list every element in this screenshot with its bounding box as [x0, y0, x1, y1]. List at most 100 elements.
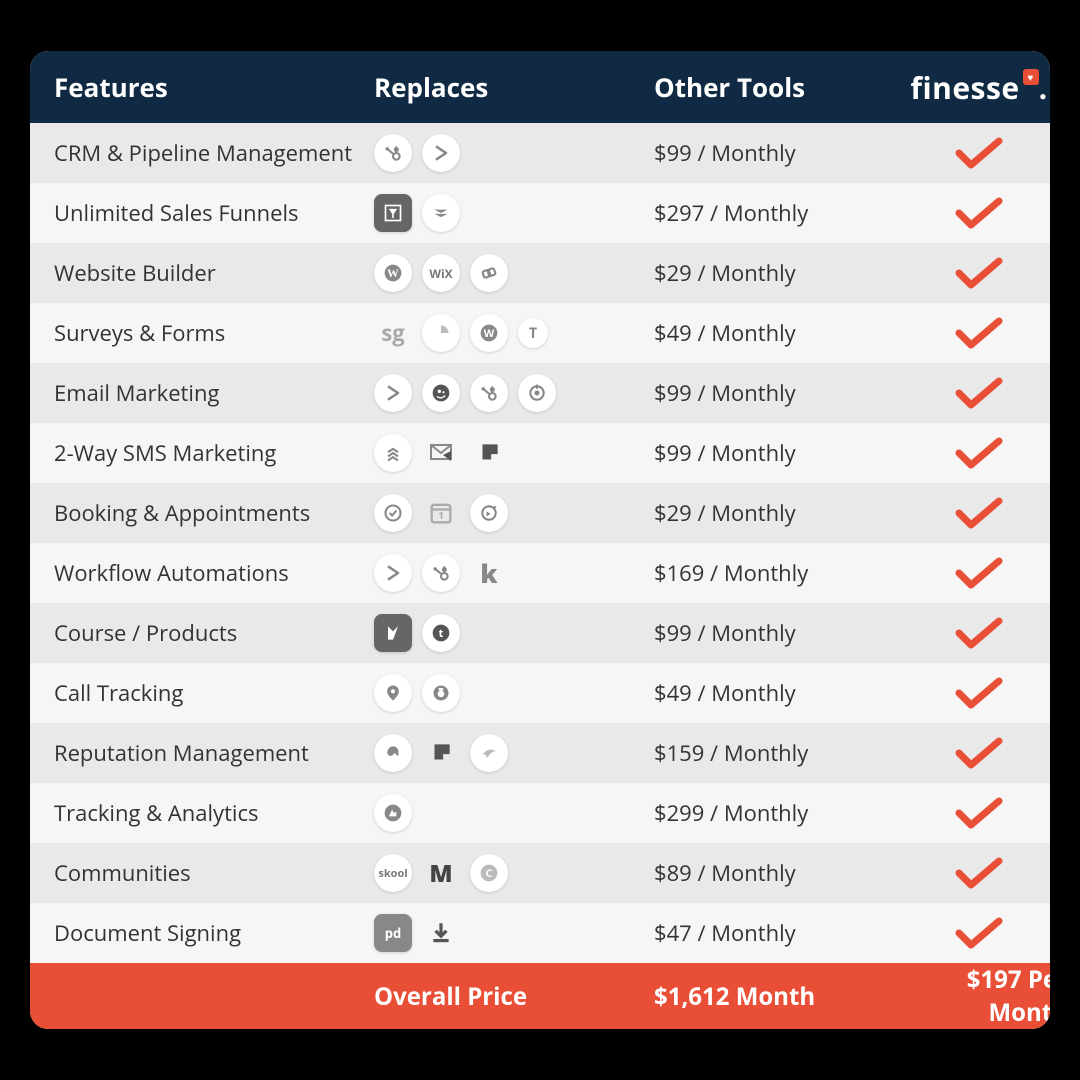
hubspot-icon [374, 134, 412, 172]
feature-name: Website Builder [54, 258, 374, 288]
check-icon [955, 137, 1003, 169]
replaces-icons [374, 374, 654, 412]
svg-text:W: W [387, 267, 399, 280]
replaces-icons [374, 674, 654, 712]
other-tool-price: $49 / Monthly [654, 318, 884, 348]
feature-name: Unlimited Sales Funnels [54, 198, 374, 228]
other-tool-price: $297 / Monthly [654, 198, 884, 228]
other-tool-price: $29 / Monthly [654, 258, 884, 288]
table-row: Tracking & Analytics$299 / Monthly [30, 783, 1050, 843]
analytics-icon [374, 794, 412, 832]
check-icon [955, 437, 1003, 469]
included-check [884, 857, 1050, 889]
col-features: Features [54, 69, 374, 105]
surveygizmo-icon: sg [374, 314, 412, 352]
check-icon [955, 257, 1003, 289]
feature-name: Document Signing [54, 918, 374, 948]
other-tool-price: $49 / Monthly [654, 678, 884, 708]
kajabi-icon [374, 614, 412, 652]
table-header: Features Replaces Other Tools finesse♥. [30, 51, 1050, 123]
check-icon [955, 617, 1003, 649]
other-tool-price: $29 / Monthly [654, 498, 884, 528]
circle-c-icon: C [470, 854, 508, 892]
table-row: Workflow Automationsk$169 / Monthly [30, 543, 1050, 603]
feature-name: Call Tracking [54, 678, 374, 708]
check-icon [955, 377, 1003, 409]
activecampaign-icon [374, 374, 412, 412]
included-check [884, 737, 1050, 769]
replaces-icons [374, 434, 654, 472]
check-icon [955, 797, 1003, 829]
typeform-alt-icon [422, 314, 460, 352]
table-row: CommunitiesskoolMC$89 / Monthly [30, 843, 1050, 903]
table-footer: Overall Price $1,612 Month $197 Per Mont… [30, 963, 1050, 1029]
feature-name: Tracking & Analytics [54, 798, 374, 828]
other-tool-price: $99 / Monthly [654, 618, 884, 648]
activecampaign-icon [422, 134, 460, 172]
table-row: Email Marketing$99 / Monthly [30, 363, 1050, 423]
chevrons-icon [374, 434, 412, 472]
feature-name: Communities [54, 858, 374, 888]
squarespace-icon [470, 254, 508, 292]
pandadoc-icon: pd [374, 914, 412, 952]
check-icon [955, 557, 1003, 589]
svg-text:t: t [439, 626, 444, 641]
other-tool-price: $47 / Monthly [654, 918, 884, 948]
overall-price-label: Overall Price [374, 980, 654, 1013]
check-icon [955, 677, 1003, 709]
hubspot-icon [470, 374, 508, 412]
table-row: CRM & Pipeline Management$99 / Monthly [30, 123, 1050, 183]
replaces-icons [374, 794, 654, 832]
other-tool-price: $99 / Monthly [654, 438, 884, 468]
swoosh-icon [470, 734, 508, 772]
included-check [884, 557, 1050, 589]
included-check [884, 617, 1050, 649]
replaces-icons [374, 734, 654, 772]
replaces-icons [374, 134, 654, 172]
feature-name: Email Marketing [54, 378, 374, 408]
flag-icon [470, 434, 508, 472]
acuity-icon [470, 494, 508, 532]
feature-name: Reputation Management [54, 738, 374, 768]
replaces-icons [374, 194, 654, 232]
svg-text:W: W [484, 326, 495, 341]
heart-icon: ♥ [1023, 69, 1039, 85]
other-tool-price: $169 / Monthly [654, 558, 884, 588]
download-icon [422, 914, 460, 952]
brand-suffix: . [1039, 67, 1048, 108]
feature-name: CRM & Pipeline Management [54, 138, 374, 168]
feature-name: Booking & Appointments [54, 498, 374, 528]
check-icon [955, 857, 1003, 889]
other-tool-price: $89 / Monthly [654, 858, 884, 888]
replaces-icons: t [374, 614, 654, 652]
leadpages-icon [422, 194, 460, 232]
table-body: CRM & Pipeline Management$99 / MonthlyUn… [30, 123, 1050, 963]
col-replaces: Replaces [374, 69, 654, 105]
activecampaign-icon [374, 554, 412, 592]
other-tools-total: $1,612 Month [654, 980, 884, 1013]
check-icon [955, 317, 1003, 349]
included-check [884, 137, 1050, 169]
wix-icon: WiX [422, 254, 460, 292]
typeform-icon: T [518, 318, 548, 348]
check-icon [955, 197, 1003, 229]
calendar-icon: 1 [422, 494, 460, 532]
included-check [884, 497, 1050, 529]
table-row: Call Tracking $49 / Monthly [30, 663, 1050, 723]
table-row: 2-Way SMS Marketing $99 / Monthly [30, 423, 1050, 483]
check-icon [955, 737, 1003, 769]
table-row: Reputation Management $159 / Monthly [30, 723, 1050, 783]
other-tool-price: $159 / Monthly [654, 738, 884, 768]
table-row: Booking & Appointments 1 $29 / Monthly [30, 483, 1050, 543]
included-check [884, 257, 1050, 289]
our-total: $197 Per Month [884, 963, 1050, 1029]
comparison-table: Features Replaces Other Tools finesse♥. … [30, 51, 1050, 1029]
feature-name: 2-Way SMS Marketing [54, 438, 374, 468]
table-row: Course / Productst$99 / Monthly [30, 603, 1050, 663]
teachable-icon: t [422, 614, 460, 652]
brand-name: finesse [910, 67, 1019, 108]
replaces-icons: skoolMC [374, 854, 654, 892]
included-check [884, 377, 1050, 409]
wufoo-icon: W [470, 314, 508, 352]
included-check [884, 677, 1050, 709]
